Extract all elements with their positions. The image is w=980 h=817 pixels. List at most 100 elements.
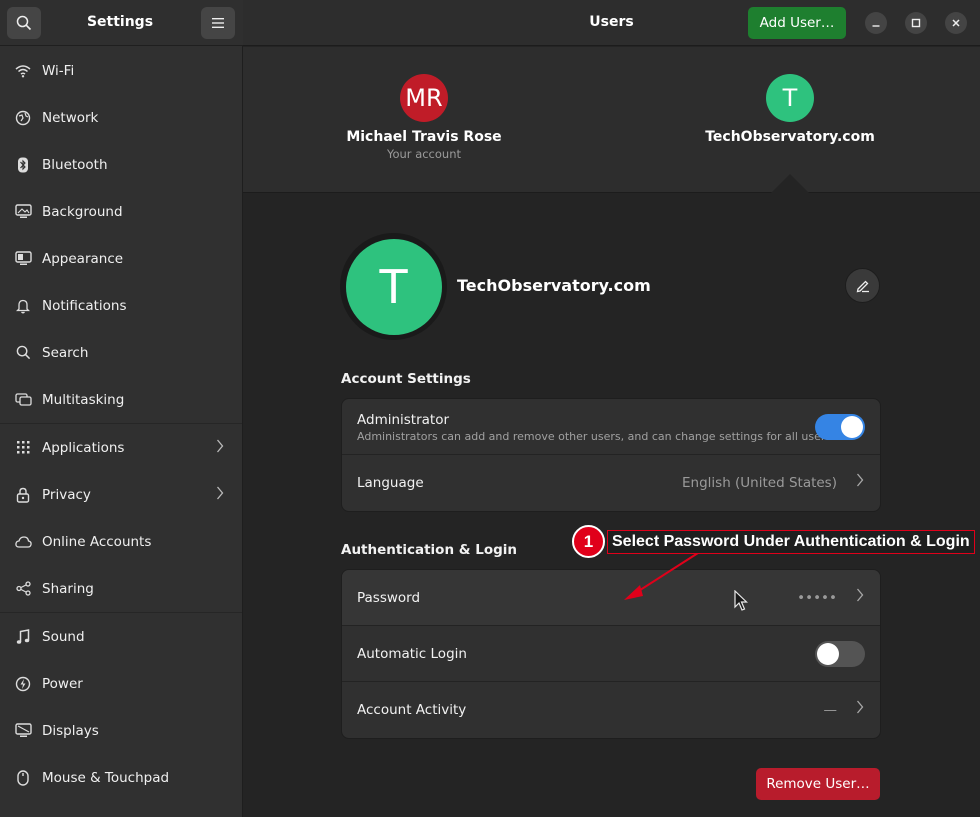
minimize-button[interactable] [865,12,887,34]
avatar: T [766,74,814,122]
background-icon [14,203,32,221]
hamburger-icon [212,18,224,28]
close-icon [952,19,960,27]
sidebar-item-multitasking[interactable]: Multitasking [0,376,242,423]
power-icon [14,675,32,693]
row-value: — [823,702,838,718]
minimize-icon [872,25,880,27]
sidebar-item-power[interactable]: Power [0,660,242,707]
selected-user-name: TechObservatory.com [457,276,651,295]
avatar: T [345,238,442,335]
search-icon [14,344,32,362]
mouse-cursor-icon [734,590,748,611]
sidebar-item-label: Online Accounts [42,533,152,550]
sidebar-item-background[interactable]: Background [0,188,242,235]
sidebar-item-label: Network [42,109,99,126]
sidebar-item-label: Sharing [42,580,94,597]
sidebar-item-displays[interactable]: Displays [0,707,242,754]
sidebar-item-network[interactable]: Network [0,94,242,141]
bell-icon [14,297,32,315]
row-label: Account Activity [357,702,467,718]
sidebar-item-sound[interactable]: Sound [0,613,242,660]
administrator-row: Administrator Administrators can add and… [342,399,880,455]
user-subtitle: Your account [386,147,462,161]
row-label: Automatic Login [357,646,467,662]
sidebar-item-wifi[interactable]: Wi-Fi [0,47,242,94]
automatic-login-row: Automatic Login [342,626,880,682]
password-row[interactable]: Password ••••• [342,570,880,626]
row-label: Administrator [357,412,450,428]
remove-user-button[interactable]: Remove User… [756,768,880,800]
lock-icon [14,486,32,504]
grid-icon [14,439,32,457]
sidebar-item-label: Appearance [42,250,124,267]
language-row[interactable]: Language English (United States) [342,455,880,511]
sidebar-item-bluetooth[interactable]: Bluetooth [0,141,242,188]
sidebar-item-label: Displays [42,722,99,739]
close-button[interactable] [945,12,967,34]
header-bar: Users Add User… [243,0,980,46]
maximize-button[interactable] [905,12,927,34]
maximize-icon [911,18,921,28]
sidebar-item-online-accounts[interactable]: Online Accounts [0,518,242,565]
automatic-login-toggle[interactable] [815,641,865,667]
user-carousel: MR Michael Travis Rose Your account T Te… [243,47,980,193]
share-icon [14,580,32,598]
main-panel: Users Add User… MR Michael Travis Rose Y… [243,0,980,817]
selection-pointer [771,174,809,193]
sidebar-item-search[interactable]: Search [0,329,242,376]
row-value: ••••• [797,590,837,606]
wifi-icon [14,62,32,80]
sidebar-item-appearance[interactable]: Appearance [0,235,242,282]
sidebar-item-label: Notifications [42,297,127,314]
sidebar-list: Wi-Fi Network Bluetooth Background Appea… [0,47,242,801]
annotation-step-number: 1 [572,525,605,558]
row-label: Language [357,475,424,491]
sidebar-item-label: Sound [42,628,85,645]
row-description: Administrators can add and remove other … [357,430,835,443]
chevron-right-icon [216,486,224,504]
sidebar-item-notifications[interactable]: Notifications [0,282,242,329]
chevron-right-icon [856,700,864,718]
user-name: TechObservatory.com [705,129,875,145]
sidebar-item-sharing[interactable]: Sharing [0,565,242,612]
chevron-right-icon [216,439,224,457]
avatar: MR [400,74,448,122]
authentication-card: Password ••••• Automatic Login Account A… [341,569,881,739]
pencil-icon [856,280,869,292]
appearance-icon [14,250,32,268]
multitasking-icon [14,391,32,409]
section-title-account-settings: Account Settings [341,371,471,387]
administrator-toggle[interactable] [815,414,865,440]
sidebar-item-label: Power [42,675,83,692]
sidebar-item-mouse-touchpad[interactable]: Mouse & Touchpad [0,754,242,801]
account-activity-row[interactable]: Account Activity — [342,682,880,738]
mouse-icon [14,769,32,787]
display-icon [14,722,32,740]
sidebar-item-privacy[interactable]: Privacy [0,471,242,518]
bluetooth-icon [14,156,32,174]
sidebar-item-label: Background [42,203,123,220]
network-icon [14,109,32,127]
section-title-authentication: Authentication & Login [341,542,518,558]
sidebar-item-label: Applications [42,439,125,456]
main-menu-button[interactable] [201,7,235,39]
user-name: Michael Travis Rose [346,129,502,145]
avatar-picker[interactable]: T [340,233,447,340]
sidebar-item-applications[interactable]: Applications [0,424,242,471]
sidebar-item-label: Privacy [42,486,91,503]
edit-name-button[interactable] [845,268,880,303]
chevron-right-icon [856,588,864,606]
sidebar-item-label: Search [42,344,89,361]
sidebar-item-label: Bluetooth [42,156,108,173]
row-label: Password [357,590,421,606]
chevron-right-icon [856,473,864,491]
toggle-knob [817,643,839,665]
add-user-button[interactable]: Add User… [748,7,846,39]
annotation-label: Select Password Under Authentication & L… [607,530,975,554]
toggle-knob [841,416,863,438]
row-value: English (United States) [682,475,837,491]
sidebar-header: Settings [0,0,243,46]
sidebar-item-label: Wi-Fi [42,62,75,79]
sidebar: Settings Wi-Fi Network Bluetooth Backgro… [0,0,243,817]
